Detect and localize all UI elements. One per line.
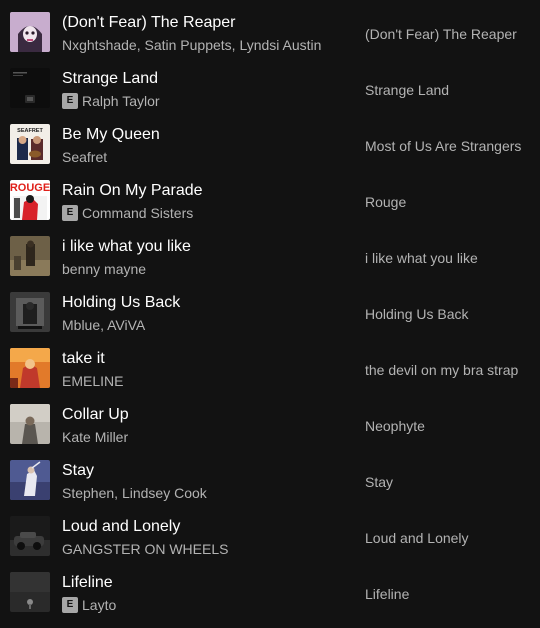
track-title[interactable]: Stay (62, 461, 94, 481)
track-row[interactable]: SEAFRET Be My Queen Seafret Most of Us A… (0, 124, 540, 180)
album-art[interactable]: ROUGE (10, 180, 50, 220)
track-album[interactable]: (Don't Fear) The Reaper (365, 26, 517, 42)
explicit-badge: E (62, 597, 78, 613)
track-row[interactable]: (Don't Fear) The Reaper Nxghtshade, Sati… (0, 12, 540, 68)
track-row[interactable]: ROUGE Rain On My Parade E Command Sister… (0, 180, 540, 236)
track-artists[interactable]: benny mayne (62, 261, 146, 277)
track-album[interactable]: Holding Us Back (365, 306, 469, 322)
track-title[interactable]: Loud and Lonely (62, 517, 180, 537)
track-artists[interactable]: Ralph Taylor (82, 93, 160, 109)
track-subtitle: Stephen, Lindsey Cook (62, 485, 207, 501)
album-art[interactable] (10, 404, 50, 444)
track-row[interactable]: Stay Stephen, Lindsey Cook Stay (0, 460, 540, 516)
track-artists[interactable]: Kate Miller (62, 429, 128, 445)
track-artists[interactable]: GANGSTER ON WHEELS (62, 541, 228, 557)
track-artists[interactable]: Mblue, AViVA (62, 317, 145, 333)
cover-text-seafret: SEAFRET (17, 128, 43, 134)
album-art[interactable] (10, 460, 50, 500)
track-album[interactable]: the devil on my bra strap (365, 362, 518, 378)
track-subtitle: benny mayne (62, 261, 146, 277)
track-artists[interactable]: Nxghtshade, Satin Puppets, Lyndsi Austin (62, 37, 321, 53)
track-artists[interactable]: Seafret (62, 149, 107, 165)
track-title[interactable]: Rain On My Parade (62, 181, 203, 201)
track-row[interactable]: take it EMELINE the devil on my bra stra… (0, 348, 540, 404)
explicit-badge: E (62, 205, 78, 221)
track-subtitle: Nxghtshade, Satin Puppets, Lyndsi Austin (62, 37, 321, 53)
track-row[interactable]: i like what you like benny mayne i like … (0, 236, 540, 292)
track-row[interactable]: Strange Land E Ralph Taylor Strange Land (0, 68, 540, 124)
track-album[interactable]: i like what you like (365, 250, 478, 266)
track-subtitle: Mblue, AViVA (62, 317, 145, 333)
track-row[interactable]: Loud and Lonely GANGSTER ON WHEELS Loud … (0, 516, 540, 572)
track-title[interactable]: Lifeline (62, 573, 113, 593)
track-title[interactable]: Strange Land (62, 69, 158, 89)
track-row[interactable]: Collar Up Kate Miller Neophyte (0, 404, 540, 460)
album-art[interactable] (10, 68, 50, 108)
track-album[interactable]: Neophyte (365, 418, 425, 434)
track-title[interactable]: Holding Us Back (62, 293, 180, 313)
album-art[interactable] (10, 12, 50, 52)
track-album[interactable]: Most of Us Are Strangers (365, 138, 521, 154)
explicit-badge: E (62, 93, 78, 109)
album-art[interactable]: SEAFRET (10, 124, 50, 164)
album-art[interactable] (10, 572, 50, 612)
track-title[interactable]: (Don't Fear) The Reaper (62, 13, 236, 33)
track-subtitle: EMELINE (62, 373, 123, 389)
track-subtitle: GANGSTER ON WHEELS (62, 541, 228, 557)
track-artists[interactable]: Layto (82, 597, 116, 613)
track-row[interactable]: Lifeline E Layto Lifeline (0, 572, 540, 628)
track-title[interactable]: Be My Queen (62, 125, 160, 145)
track-row[interactable]: Holding Us Back Mblue, AViVA Holding Us … (0, 292, 540, 348)
track-artists[interactable]: Command Sisters (82, 205, 193, 221)
track-title[interactable]: take it (62, 349, 105, 369)
track-subtitle: Seafret (62, 149, 107, 165)
track-subtitle: E Command Sisters (62, 205, 193, 221)
track-title[interactable]: Collar Up (62, 405, 129, 425)
track-album[interactable]: Rouge (365, 194, 406, 210)
track-subtitle: E Ralph Taylor (62, 93, 160, 109)
track-album[interactable]: Loud and Lonely (365, 530, 469, 546)
track-album[interactable]: Stay (365, 474, 393, 490)
track-subtitle: Kate Miller (62, 429, 128, 445)
album-art[interactable] (10, 516, 50, 556)
track-artists[interactable]: Stephen, Lindsey Cook (62, 485, 207, 501)
track-artists[interactable]: EMELINE (62, 373, 123, 389)
track-subtitle: E Layto (62, 597, 116, 613)
track-title[interactable]: i like what you like (62, 237, 191, 257)
album-art[interactable] (10, 348, 50, 388)
track-album[interactable]: Strange Land (365, 82, 449, 98)
album-art[interactable] (10, 236, 50, 276)
track-list: (Don't Fear) The Reaper Nxghtshade, Sati… (0, 0, 540, 622)
album-art[interactable] (10, 292, 50, 332)
cover-text-rouge: ROUGE (10, 182, 50, 194)
track-album[interactable]: Lifeline (365, 586, 409, 602)
